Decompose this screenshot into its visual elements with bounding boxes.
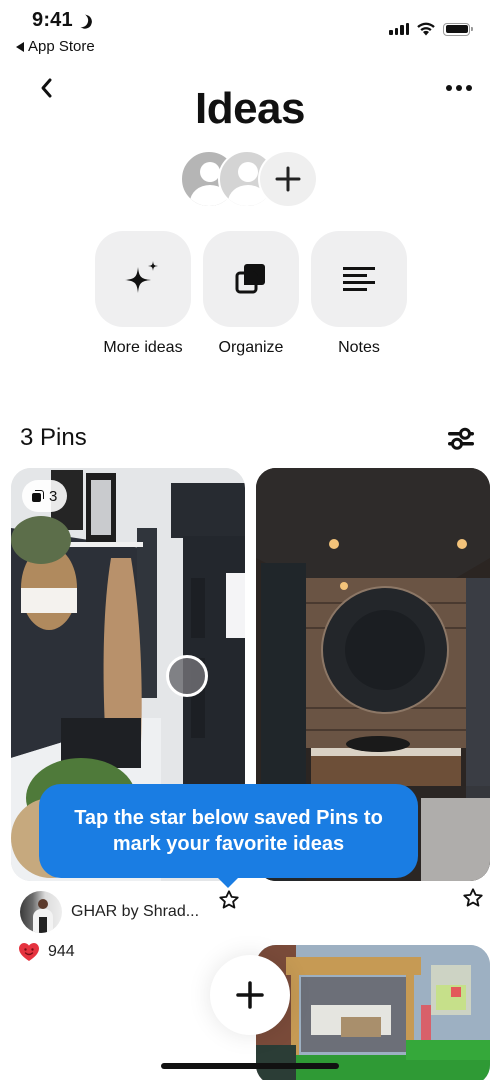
favorite-tip-tooltip[interactable]: Tap the star below saved Pins to mark yo…: [39, 784, 418, 878]
home-indicator[interactable]: [161, 1063, 339, 1069]
sparkle-icon: [125, 261, 158, 293]
battery-fill: [445, 25, 468, 33]
add-pin-button[interactable]: [210, 955, 290, 1035]
pin-count-badge: 3: [22, 480, 68, 512]
board-actions: More ideas Organize Notes: [95, 231, 407, 357]
heart-face-icon: [19, 943, 39, 961]
battery-icon: [443, 22, 473, 36]
collaborators: [180, 150, 320, 208]
more-ideas-action[interactable]: More ideas: [95, 231, 191, 357]
back-triangle-icon: [16, 41, 24, 52]
pins-count: 3 Pins: [20, 424, 87, 451]
organize-label: Organize: [218, 339, 284, 356]
pin-creator[interactable]: GHAR by Shrad...: [20, 891, 199, 933]
notes-action[interactable]: Notes: [311, 231, 407, 357]
organize-button[interactable]: [203, 231, 299, 327]
creator-name: GHAR by Shrad...: [71, 903, 200, 920]
creator-avatar[interactable]: [20, 891, 62, 933]
reaction-count: 944: [48, 943, 75, 960]
more-ideas-button[interactable]: [95, 231, 191, 327]
favorite-star-button[interactable]: [217, 888, 241, 912]
signal-icon: [389, 23, 409, 35]
status-indicators: [389, 22, 473, 36]
visual-search-lens-icon[interactable]: [166, 655, 208, 697]
pin-image-garden: [256, 945, 490, 1080]
notes-button[interactable]: [311, 231, 407, 327]
avatar-figure-head: [38, 899, 48, 909]
add-collaborator-button[interactable]: [258, 150, 318, 208]
time-text: 9:41: [32, 9, 73, 31]
star-outline-icon: [463, 888, 483, 907]
stack-icon: [32, 490, 44, 502]
star-outline-icon: [219, 890, 239, 909]
notes-label: Notes: [338, 339, 380, 356]
back-app-label: App Store: [28, 38, 95, 55]
favorite-star-button[interactable]: [461, 886, 485, 910]
page-title: Ideas: [194, 84, 306, 133]
avatar-figure-detail: [39, 917, 47, 933]
pin-reactions[interactable]: 944: [18, 942, 75, 962]
notes-icon: [343, 267, 375, 291]
avatar-head: [238, 162, 258, 182]
wifi-icon: [417, 22, 435, 36]
tooltip-pointer: [216, 876, 240, 888]
pin-card[interactable]: [256, 945, 490, 1080]
status-time: 9:41: [32, 9, 90, 32]
sliders-icon: [448, 427, 474, 450]
back-to-app-store[interactable]: App Store: [16, 38, 95, 55]
moon-icon: [76, 12, 94, 30]
more-ideas-label: More ideas: [103, 339, 183, 356]
tooltip-text: Tap the star below saved Pins to mark yo…: [74, 807, 383, 855]
plus-icon: [275, 166, 301, 192]
avatar-head: [200, 162, 220, 182]
badge-count: 3: [49, 487, 58, 505]
organize-action[interactable]: Organize: [203, 231, 299, 357]
filter-button[interactable]: [446, 424, 476, 454]
organize-icon: [235, 264, 265, 294]
plus-icon: [236, 981, 264, 1009]
